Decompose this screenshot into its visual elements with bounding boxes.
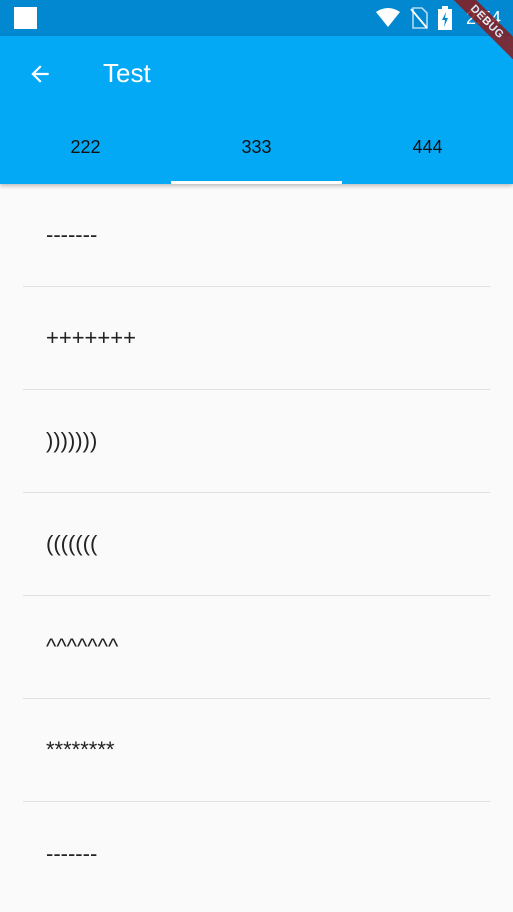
wifi-icon [375, 8, 400, 27]
arrow-left-icon [31, 65, 49, 83]
notification-square-icon [14, 7, 37, 29]
list-item-label: ((((((( [46, 531, 98, 556]
list-item-label: ------- [46, 222, 98, 247]
list-item-label: +++++++ [46, 325, 136, 350]
no-sim-icon [410, 7, 428, 29]
tab-label: 222 [70, 137, 101, 157]
tab-label: 444 [412, 137, 443, 157]
list-item[interactable]: ^^^^^^^ [23, 596, 490, 699]
list-item[interactable]: ------- [23, 184, 490, 287]
list-item[interactable]: ******** [23, 699, 490, 802]
list-item-label: ******** [46, 737, 115, 762]
back-button[interactable] [18, 54, 62, 94]
tab-label: 333 [241, 137, 272, 157]
tab-222[interactable]: 222 [0, 111, 171, 184]
list-item[interactable]: ))))))) [23, 390, 490, 493]
list-item-label: ^^^^^^^ [46, 634, 119, 659]
list-item-label: ------- [46, 840, 98, 866]
status-bar: 2:54 [0, 0, 513, 36]
list-item-label: ))))))) [46, 428, 98, 453]
list-item[interactable]: ------- [23, 802, 490, 905]
item-list: ------- +++++++ ))))))) ((((((( ^^^^^^^ … [23, 184, 490, 905]
app-bar: Test 222 333 444 [0, 36, 513, 184]
tab-bar: 222 333 444 [0, 111, 513, 184]
list-item[interactable]: ((((((( [23, 493, 490, 596]
tab-333[interactable]: 333 [171, 111, 342, 184]
page-title: Test [103, 58, 151, 88]
battery-charging-icon [437, 6, 452, 30]
tab-444[interactable]: 444 [342, 111, 513, 184]
list-item[interactable]: +++++++ [23, 287, 490, 390]
